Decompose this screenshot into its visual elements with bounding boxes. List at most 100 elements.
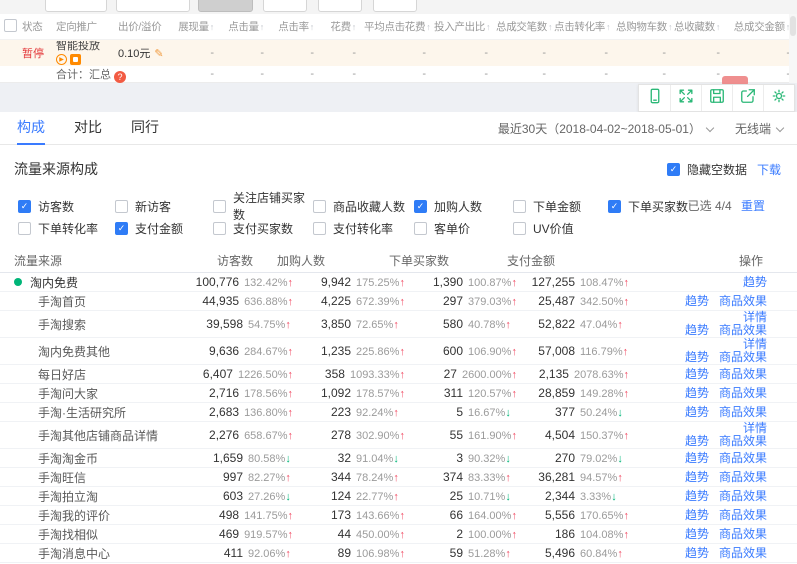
- metric-checkbox[interactable]: ✓: [608, 200, 621, 213]
- metric-filter-下单金额[interactable]: 下单金额: [513, 198, 608, 215]
- metric-filter-访客数[interactable]: ✓访客数: [18, 198, 115, 215]
- campaign-column-header[interactable]: 点击转化率↑: [554, 19, 616, 34]
- clipped-toolbar-button[interactable]: [198, 0, 253, 12]
- tab-对比[interactable]: 对比: [74, 112, 102, 145]
- metric-checkbox[interactable]: [213, 222, 226, 235]
- action-link-趋势[interactable]: 趋势: [685, 470, 709, 484]
- metric-filter-支付转化率[interactable]: 支付转化率: [313, 220, 414, 237]
- campaign-column-header[interactable]: 点击率↑: [272, 19, 322, 34]
- clipped-toolbar-button[interactable]: [263, 0, 307, 12]
- play-icon[interactable]: ▶: [56, 54, 67, 65]
- tab-构成[interactable]: 构成: [17, 112, 45, 145]
- metric-checkbox[interactable]: [115, 200, 128, 213]
- metric-checkbox[interactable]: [18, 222, 31, 235]
- campaign-column-header[interactable]: 展现量↑: [174, 19, 222, 34]
- action-link-趋势[interactable]: 趋势: [685, 386, 709, 400]
- metric-checkbox[interactable]: [313, 222, 326, 235]
- hide-empty-checkbox[interactable]: ✓: [667, 163, 680, 176]
- metric-filter-UV价值[interactable]: UV价值: [513, 220, 574, 237]
- action-link-商品效果[interactable]: 商品效果: [719, 489, 767, 503]
- campaign-name[interactable]: 智能投放: [56, 41, 110, 52]
- action-link-商品效果[interactable]: 商品效果: [719, 434, 767, 448]
- action-link-趋势[interactable]: 趋势: [685, 323, 709, 337]
- action-link-商品效果[interactable]: 商品效果: [719, 367, 767, 381]
- campaign-column-header[interactable]: 总收藏数↑: [674, 19, 728, 34]
- action-link-趋势[interactable]: 趋势: [685, 350, 709, 364]
- scrollbar[interactable]: [789, 14, 797, 83]
- action-link-趋势[interactable]: 趋势: [685, 451, 709, 465]
- action-link-商品效果[interactable]: 商品效果: [719, 451, 767, 465]
- metric-filter-支付买家数[interactable]: 支付买家数: [213, 220, 313, 237]
- device-selector[interactable]: 无线端: [735, 120, 783, 137]
- action-link-商品效果[interactable]: 商品效果: [719, 546, 767, 560]
- detail-link[interactable]: 详情: [743, 421, 767, 435]
- action-link-趋势[interactable]: 趋势: [685, 489, 709, 503]
- clipped-toolbar-button[interactable]: [45, 0, 107, 12]
- metric-filter-新访客[interactable]: 新访客: [115, 198, 213, 215]
- fullscreen-button[interactable]: [670, 85, 701, 111]
- image-icon[interactable]: [70, 54, 81, 65]
- campaign-column-header[interactable]: 点击量↑: [222, 19, 272, 34]
- action-link-商品效果[interactable]: 商品效果: [719, 294, 767, 308]
- save-button[interactable]: [701, 85, 732, 111]
- mobile-view-button[interactable]: [639, 85, 670, 111]
- metric-checkbox[interactable]: ✓: [18, 200, 31, 213]
- source-label: 手淘首页: [38, 293, 86, 310]
- metric-checkbox[interactable]: [513, 222, 526, 235]
- metric-filter-支付金额[interactable]: ✓支付金额: [115, 220, 213, 237]
- edit-pencil-icon[interactable]: ✎: [154, 48, 163, 60]
- share-button[interactable]: [732, 85, 763, 111]
- campaign-column-header[interactable]: 总成交笔数↑: [496, 19, 554, 34]
- metric-checkbox[interactable]: [513, 200, 526, 213]
- metric-filter-客单价[interactable]: 客单价: [414, 220, 513, 237]
- action-link-趋势[interactable]: 趋势: [685, 527, 709, 541]
- metric-checkbox[interactable]: ✓: [414, 200, 427, 213]
- help-icon[interactable]: ?: [114, 71, 126, 83]
- action-link-商品效果[interactable]: 商品效果: [719, 470, 767, 484]
- campaign-column-header[interactable]: 花费↑: [322, 19, 364, 34]
- empty-metric-value: -: [174, 47, 222, 59]
- column-header: 下单买家数: [365, 252, 483, 269]
- download-link[interactable]: 下载: [757, 161, 781, 178]
- metric-checkbox[interactable]: [313, 200, 326, 213]
- action-link-商品效果[interactable]: 商品效果: [719, 527, 767, 541]
- source-label: 手淘问大家: [38, 385, 98, 402]
- campaign-column-header[interactable]: 平均点击花费↑: [364, 19, 434, 34]
- tab-同行[interactable]: 同行: [131, 112, 159, 145]
- action-link-趋势[interactable]: 趋势: [743, 275, 767, 289]
- clipped-toolbar-button[interactable]: [318, 0, 362, 12]
- metric-filter-下单买家数[interactable]: ✓下单买家数: [608, 198, 688, 215]
- row-actions: 趋势商品效果: [629, 295, 797, 308]
- metric-checkbox[interactable]: [213, 200, 226, 213]
- metric-value: 223: [293, 405, 351, 419]
- action-link-趋势[interactable]: 趋势: [685, 294, 709, 308]
- metric-filter-关注店铺买家数[interactable]: 关注店铺买家数: [213, 189, 313, 223]
- metric-checkbox[interactable]: ✓: [115, 222, 128, 235]
- campaign-column-header[interactable]: 投入产出比↑: [434, 19, 496, 34]
- action-link-商品效果[interactable]: 商品效果: [719, 405, 767, 419]
- detail-link[interactable]: 详情: [743, 310, 767, 324]
- campaign-column-header[interactable]: 总购物车数↑: [616, 19, 674, 34]
- metric-value: 66: [405, 508, 463, 522]
- date-range-selector[interactable]: 最近30天（2018-04-02~2018-05-01）: [498, 120, 713, 137]
- settings-button[interactable]: [763, 85, 794, 111]
- action-link-趋势[interactable]: 趋势: [685, 508, 709, 522]
- reset-link[interactable]: 重置: [741, 199, 765, 213]
- clipped-toolbar-button[interactable]: [373, 0, 417, 12]
- metric-checkbox[interactable]: [414, 222, 427, 235]
- action-link-商品效果[interactable]: 商品效果: [719, 323, 767, 337]
- metric-filter-下单转化率[interactable]: 下单转化率: [18, 220, 115, 237]
- action-link-趋势[interactable]: 趋势: [685, 405, 709, 419]
- campaign-column-header[interactable]: 总成交金额↑: [728, 19, 797, 34]
- action-link-商品效果[interactable]: 商品效果: [719, 508, 767, 522]
- action-link-商品效果[interactable]: 商品效果: [719, 386, 767, 400]
- action-link-商品效果[interactable]: 商品效果: [719, 350, 767, 364]
- metric-filter-加购人数[interactable]: ✓加购人数: [414, 198, 513, 215]
- metric-filter-商品收藏人数[interactable]: 商品收藏人数: [313, 198, 414, 215]
- select-all-checkbox[interactable]: [4, 19, 17, 32]
- action-link-趋势[interactable]: 趋势: [685, 434, 709, 448]
- clipped-toolbar-button[interactable]: [116, 0, 190, 12]
- action-link-趋势[interactable]: 趋势: [685, 367, 709, 381]
- action-link-趋势[interactable]: 趋势: [685, 546, 709, 560]
- detail-link[interactable]: 详情: [743, 337, 767, 351]
